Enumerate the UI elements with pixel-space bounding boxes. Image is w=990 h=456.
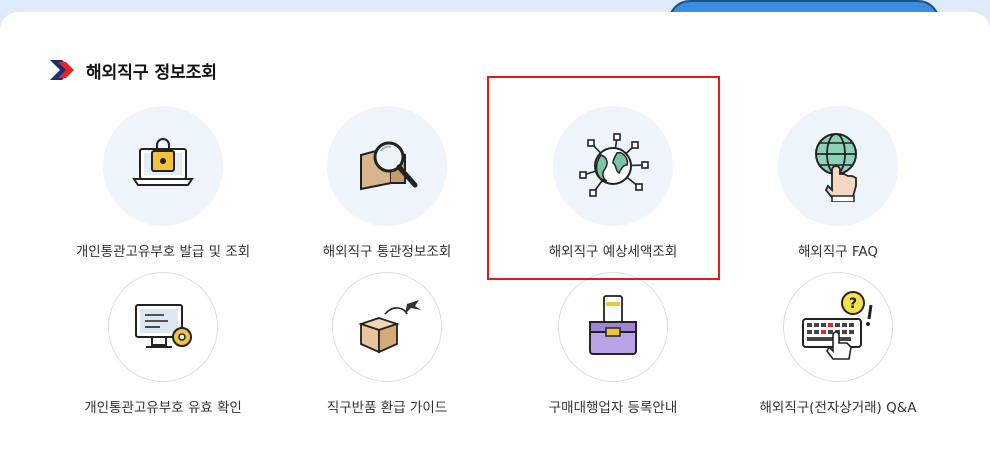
item-personal-customs-code[interactable]: 개인통관고유부호 발급 및 조회 bbox=[53, 106, 273, 260]
item-ecommerce-qna[interactable]: ? 해외직구(전자상거래) Q&A bbox=[728, 272, 948, 416]
item-label: 구매대행업자 등록안내 bbox=[548, 400, 678, 416]
item-customs-info-lookup[interactable]: 해외직구 통관정보조회 bbox=[277, 106, 497, 260]
selection-highlight-box bbox=[487, 76, 720, 280]
icon-circle bbox=[558, 272, 668, 382]
chevron-logo-icon bbox=[50, 60, 74, 80]
item-faq[interactable]: 해외직구 FAQ bbox=[728, 106, 948, 260]
item-personal-code-validity[interactable]: 개인통관고유부호 유효 확인 bbox=[53, 272, 273, 416]
shopping-bag-icon bbox=[589, 295, 637, 355]
icon-circle: ? bbox=[783, 272, 893, 382]
item-label: 개인통관고유부호 유효 확인 bbox=[84, 400, 242, 416]
svg-text:?: ? bbox=[849, 296, 857, 312]
keyboard-question-icon: ? bbox=[802, 291, 873, 360]
item-label: 직구반품 환급 가이드 bbox=[326, 400, 448, 416]
icon-circle bbox=[332, 272, 442, 382]
globe-hand-icon bbox=[815, 133, 857, 202]
laptop-lock-icon bbox=[132, 138, 194, 186]
icon-circle bbox=[327, 106, 447, 226]
monitor-gear-icon bbox=[135, 304, 192, 348]
item-label: 해외직구(전자상거래) Q&A bbox=[759, 400, 917, 416]
box-airplane-icon bbox=[358, 300, 421, 354]
box-magnifier-icon bbox=[360, 141, 418, 191]
item-return-refund-guide[interactable]: 직구반품 환급 가이드 bbox=[277, 272, 497, 416]
icon-circle bbox=[108, 272, 218, 382]
item-label: 해외직구 통관정보조회 bbox=[322, 244, 452, 260]
section-header: 해외직구 정보조회 bbox=[50, 58, 218, 83]
item-label: 개인통관고유부호 발급 및 조회 bbox=[75, 244, 251, 260]
item-label: 해외직구 FAQ bbox=[797, 244, 879, 260]
section-title: 해외직구 정보조회 bbox=[86, 62, 218, 83]
icon-circle bbox=[778, 106, 898, 226]
item-purchase-agent-registration[interactable]: 구매대행업자 등록안내 bbox=[503, 272, 723, 416]
icon-circle bbox=[103, 106, 223, 226]
